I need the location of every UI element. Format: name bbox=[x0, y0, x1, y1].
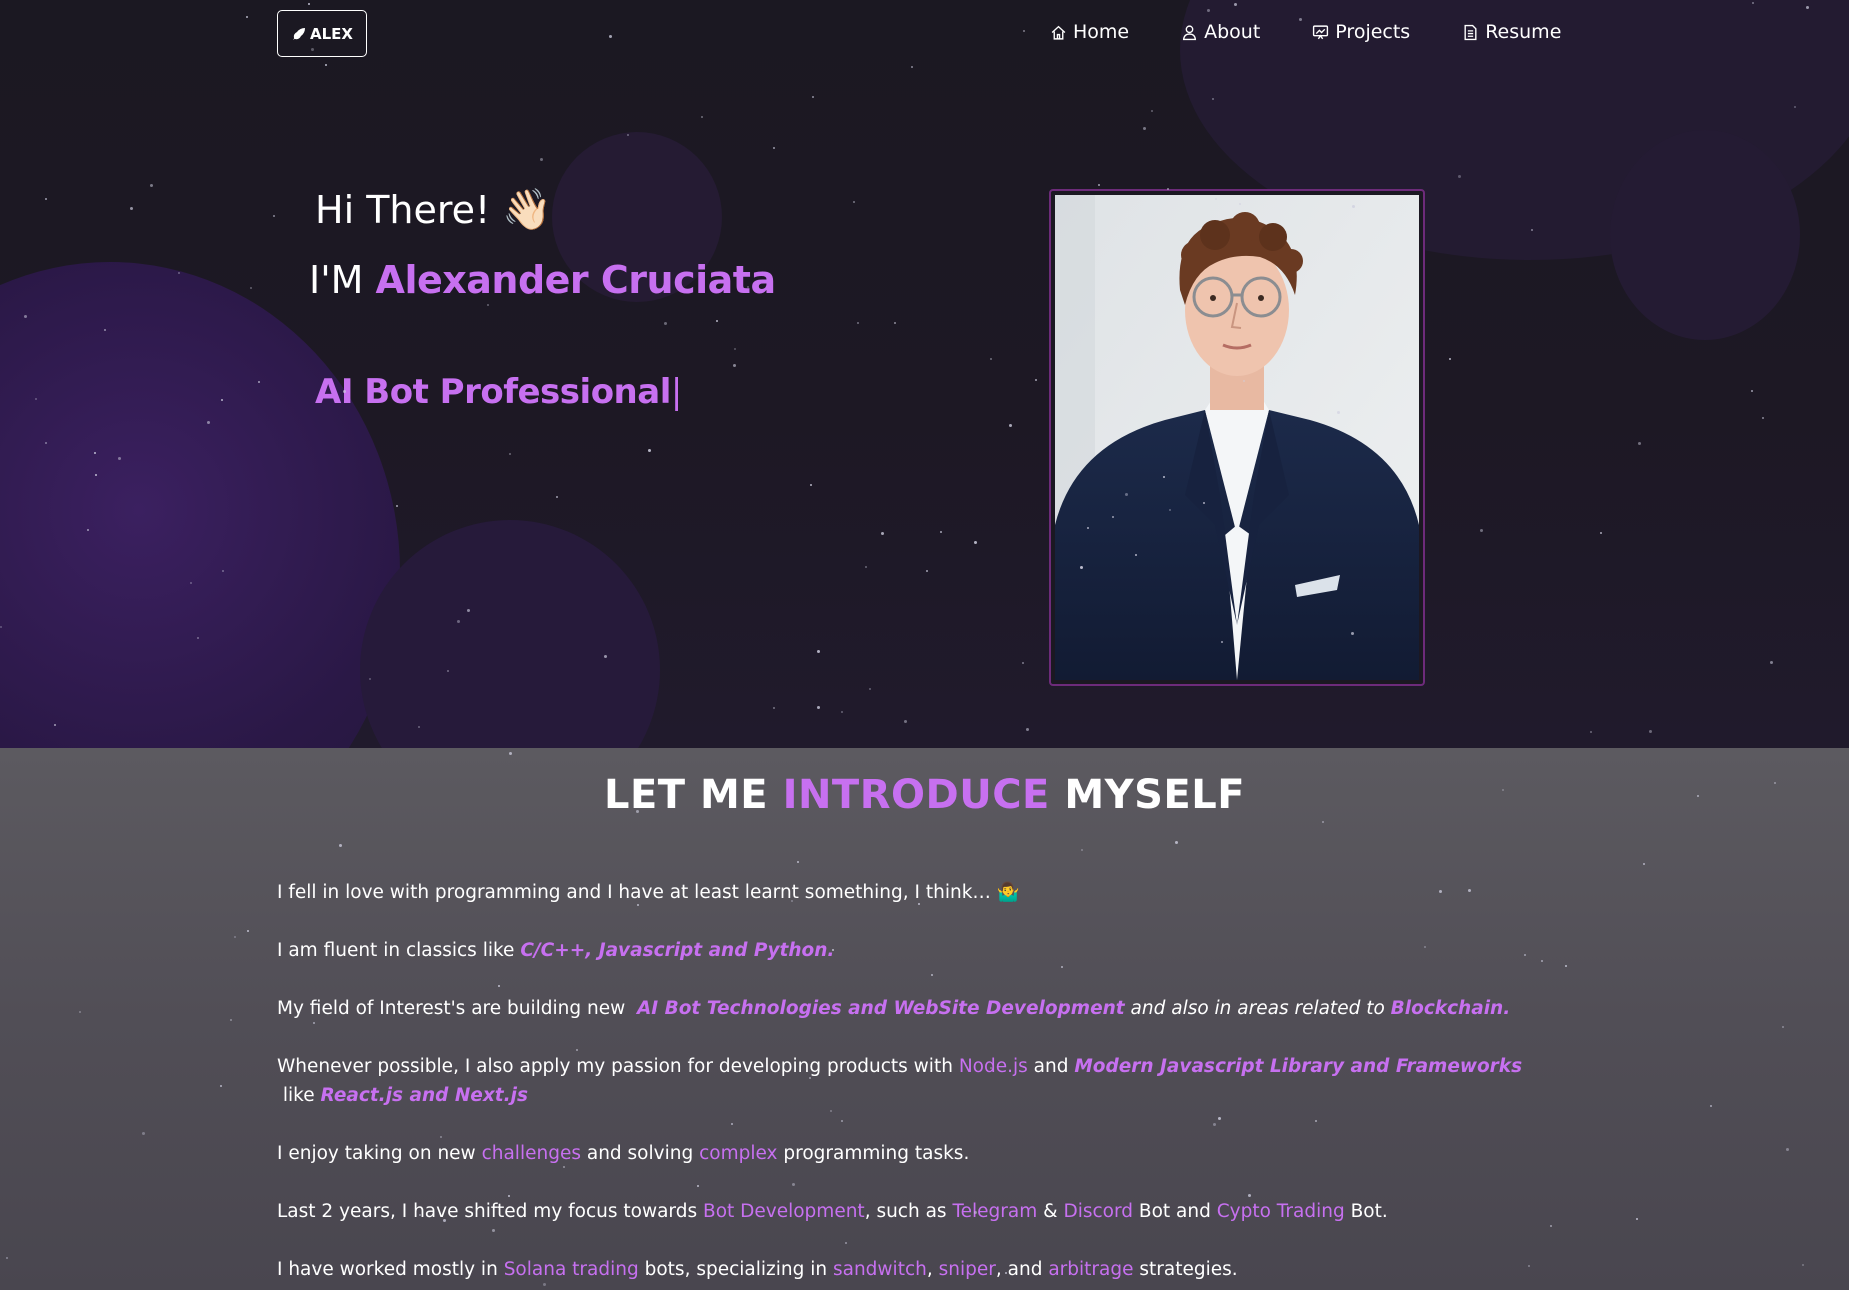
nav-projects[interactable]: Projects bbox=[1312, 18, 1410, 46]
telegram-highlight: Telegram bbox=[952, 1201, 1038, 1222]
discord-highlight: Discord bbox=[1063, 1201, 1134, 1222]
about-text: and bbox=[1033, 1056, 1069, 1077]
about-heading-part1: LET ME bbox=[603, 772, 769, 818]
about-text: bots, specializing in bbox=[644, 1259, 828, 1280]
crypto-trading-highlight: Cypto Trading bbox=[1216, 1201, 1345, 1222]
profile-photo bbox=[1055, 195, 1419, 680]
about-paragraph: I have worked mostly in Solana trading b… bbox=[277, 1255, 1557, 1284]
about-text: My field of Interest's are building new bbox=[277, 998, 626, 1019]
role-text: AI Bot Professional bbox=[315, 372, 671, 412]
user-icon bbox=[1183, 24, 1197, 40]
nav-resume-label: Resume bbox=[1485, 21, 1562, 43]
profile-photo-illustration bbox=[1055, 195, 1419, 680]
top-navbar: ALEX Home About Projects Resume bbox=[0, 0, 1849, 66]
about-text: and solving bbox=[586, 1143, 694, 1164]
background-blob bbox=[1610, 130, 1800, 340]
sniper-highlight: sniper bbox=[938, 1259, 996, 1280]
challenges-highlight: challenges bbox=[481, 1143, 581, 1164]
complex-highlight: complex bbox=[699, 1143, 778, 1164]
about-text: I fell in love with programming and I ha… bbox=[277, 882, 991, 903]
about-paragraph: My field of Interest's are building new … bbox=[277, 994, 1557, 1023]
about-text: , bbox=[926, 1259, 933, 1280]
languages-highlight: C/C++, Javascript and Python. bbox=[520, 940, 835, 961]
nav-home[interactable]: Home bbox=[1050, 18, 1129, 46]
home-icon bbox=[1051, 25, 1066, 40]
nav-projects-label: Projects bbox=[1335, 21, 1411, 43]
profile-photo-frame bbox=[1049, 189, 1425, 686]
intro-name-line: I'M Alexander Cruciata bbox=[309, 258, 776, 302]
rocket-icon bbox=[293, 27, 305, 40]
about-heading: LET ME INTRODUCE MYSELF bbox=[0, 772, 1849, 818]
nav-about-label: About bbox=[1204, 21, 1261, 43]
about-paragraph: Whenever possible, I also apply my passi… bbox=[277, 1052, 1557, 1110]
nodejs-highlight: Node.js bbox=[958, 1056, 1028, 1077]
nav-home-label: Home bbox=[1073, 21, 1130, 43]
wave-emoji: 👋🏻 bbox=[502, 187, 553, 233]
shrug-emoji: 🤷‍♂️ bbox=[996, 882, 1020, 903]
react-next-highlight: React.js and Next.js bbox=[320, 1085, 529, 1106]
about-text: Last 2 years, I have shifted my focus to… bbox=[277, 1201, 698, 1222]
blockchain-highlight: Blockchain. bbox=[1390, 998, 1511, 1019]
frameworks-highlight: Modern Javascript Library and Frameworks bbox=[1074, 1056, 1523, 1077]
background-blob bbox=[360, 520, 660, 748]
about-paragraph: Last 2 years, I have shifted my focus to… bbox=[277, 1197, 1557, 1226]
arbitrage-highlight: arbitrage bbox=[1048, 1259, 1134, 1280]
about-text: I have worked mostly in bbox=[277, 1259, 498, 1280]
nav-about[interactable]: About bbox=[1181, 18, 1260, 46]
about-text: Bot. bbox=[1350, 1201, 1388, 1222]
typewriter-role: AI Bot Professional| bbox=[315, 372, 682, 412]
about-text: & bbox=[1043, 1201, 1058, 1222]
about-text: Whenever possible, I also apply my passi… bbox=[277, 1056, 953, 1077]
about-text: and also in areas related to bbox=[1130, 998, 1385, 1019]
greeting: Hi There! 👋🏻 bbox=[315, 186, 552, 233]
about-body: I fell in love with programming and I ha… bbox=[277, 878, 1557, 1290]
bot-development-highlight: Bot Development bbox=[703, 1201, 865, 1222]
about-text: strategies. bbox=[1139, 1259, 1238, 1280]
about-text: like bbox=[282, 1085, 315, 1106]
about-text: I am fluent in classics like bbox=[277, 940, 515, 961]
about-heading-part2: MYSELF bbox=[1064, 772, 1246, 818]
brand-logo[interactable]: ALEX bbox=[277, 10, 367, 57]
interests-highlight: AI Bot Technologies and WebSite Developm… bbox=[636, 998, 1125, 1019]
typewriter-cursor: | bbox=[670, 372, 682, 412]
about-heading-accent: INTRODUCE bbox=[782, 772, 1050, 818]
about-paragraph: I enjoy taking on new challenges and sol… bbox=[277, 1139, 1557, 1168]
about-paragraph: I fell in love with programming and I ha… bbox=[277, 878, 1557, 907]
about-text: , such as bbox=[864, 1201, 947, 1222]
background-blob bbox=[0, 262, 400, 748]
hero-section: Hi There! 👋🏻 I'M Alexander Cruciata AI B… bbox=[0, 0, 1849, 748]
about-text: I enjoy taking on new bbox=[277, 1143, 476, 1164]
brand-logo-text: ALEX bbox=[310, 24, 353, 43]
projects-icon bbox=[1313, 24, 1329, 39]
nav-links: Home About Projects Resume bbox=[1050, 18, 1613, 46]
about-text: , and bbox=[995, 1259, 1043, 1280]
nav-resume[interactable]: Resume bbox=[1462, 18, 1561, 46]
greeting-text: Hi There! bbox=[315, 187, 491, 232]
sandwitch-highlight: sandwitch bbox=[832, 1259, 927, 1280]
solana-highlight: Solana trading bbox=[503, 1259, 639, 1280]
about-text: programming tasks. bbox=[783, 1143, 970, 1164]
document-icon bbox=[1464, 24, 1477, 40]
about-text: Bot and bbox=[1138, 1201, 1211, 1222]
about-section: LET ME INTRODUCE MYSELF I fell in love w… bbox=[0, 748, 1849, 1290]
im-prefix: I'M bbox=[309, 258, 364, 302]
person-name: Alexander Cruciata bbox=[375, 258, 777, 302]
about-paragraph: I am fluent in classics like C/C++, Java… bbox=[277, 936, 1557, 965]
